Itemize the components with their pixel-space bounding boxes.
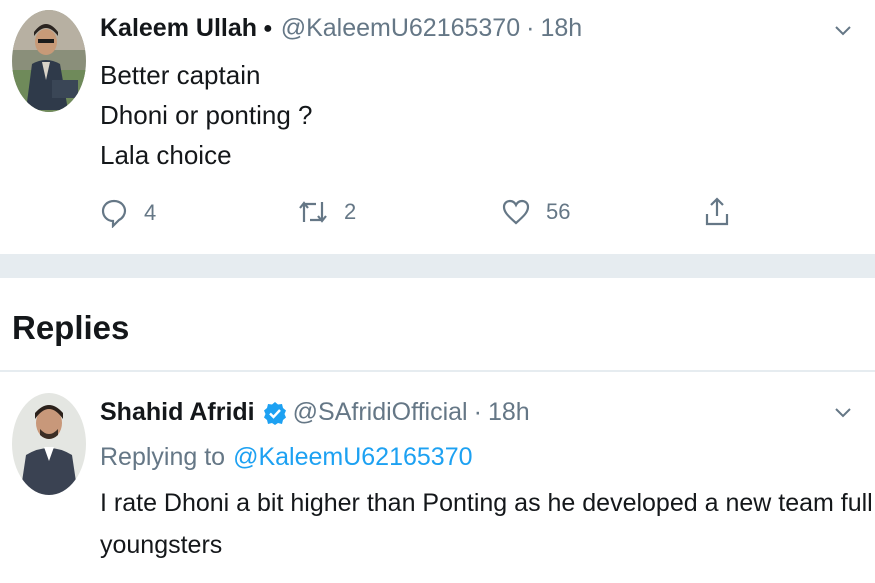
time-separator: · bbox=[526, 14, 535, 42]
reply-button[interactable]: 4 bbox=[100, 198, 156, 228]
replying-to: Replying to @KaleemU62165370 bbox=[100, 443, 473, 472]
time-separator: · bbox=[473, 398, 482, 426]
avatar[interactable] bbox=[12, 393, 86, 495]
retweet-icon bbox=[298, 198, 328, 226]
chevron-down-icon[interactable] bbox=[832, 20, 854, 42]
avatar[interactable] bbox=[12, 10, 86, 112]
tweet-text: Better captain Dhoni or ponting ? Lala c… bbox=[100, 55, 312, 175]
tweet-line: youngsters bbox=[100, 531, 223, 559]
tweet-actions: 4 2 56 bbox=[0, 196, 875, 236]
tweet-time[interactable]: 18h bbox=[540, 14, 582, 43]
tweet-thread-page: Kaleem Ullah ● @KaleemU62165370 · 18h Be… bbox=[0, 0, 875, 583]
author-handle[interactable]: @SAfridiOfficial bbox=[293, 398, 468, 427]
verified-badge-icon bbox=[263, 401, 287, 425]
share-icon bbox=[703, 196, 731, 228]
main-tweet[interactable]: Kaleem Ullah ● @KaleemU62165370 · 18h Be… bbox=[0, 0, 875, 254]
like-count: 56 bbox=[546, 199, 571, 224]
heart-icon bbox=[502, 198, 530, 226]
retweet-button[interactable]: 2 bbox=[298, 198, 356, 226]
reply-count: 4 bbox=[144, 200, 157, 225]
reply-icon bbox=[100, 198, 128, 228]
section-divider bbox=[0, 254, 875, 278]
chevron-down-icon[interactable] bbox=[832, 402, 854, 424]
tweet-time[interactable]: 18h bbox=[488, 398, 530, 427]
replying-to-handle[interactable]: @KaleemU62165370 bbox=[233, 443, 472, 472]
replying-to-label: Replying to bbox=[100, 443, 226, 471]
tweet-line: I rate Dhoni a bit higher than Ponting a… bbox=[100, 489, 875, 517]
tweet-line: Lala choice bbox=[100, 140, 232, 170]
separator-dot: ● bbox=[263, 19, 273, 37]
tweet-header: Shahid Afridi @SAfridiOfficial · 18h bbox=[100, 398, 530, 427]
tweet-line: Dhoni or ponting ? bbox=[100, 100, 313, 130]
author-name[interactable]: Shahid Afridi bbox=[100, 398, 255, 427]
author-handle[interactable]: @KaleemU62165370 bbox=[281, 14, 520, 43]
like-button[interactable]: 56 bbox=[502, 198, 570, 226]
retweet-count: 2 bbox=[344, 199, 357, 224]
tweet-header: Kaleem Ullah ● @KaleemU62165370 · 18h bbox=[100, 14, 582, 43]
replies-heading: Replies bbox=[12, 309, 130, 346]
author-name[interactable]: Kaleem Ullah bbox=[100, 14, 257, 43]
tweet-line: Better captain bbox=[100, 60, 261, 90]
tweet-text: I rate Dhoni a bit higher than Ponting a… bbox=[100, 482, 875, 566]
share-button[interactable] bbox=[703, 196, 731, 228]
